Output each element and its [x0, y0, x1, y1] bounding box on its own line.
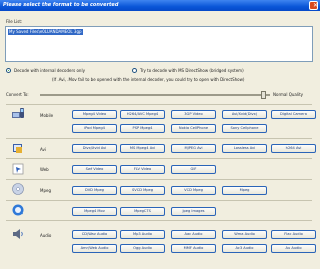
format-button-sony-cellphone[interactable]: Sony Cellphone	[222, 124, 267, 133]
format-button-ms-mpeg4-avi[interactable]: MS Mpeg4 Avi	[120, 144, 165, 153]
quality-slider[interactable]	[40, 94, 270, 96]
format-button-mpeg4-video[interactable]: Mpeg4 Video	[72, 110, 117, 119]
format-button-mpeg[interactable]: Mpeg	[222, 186, 267, 195]
window-title-bar: Please select the format to be converted…	[0, 0, 320, 11]
format-button-mp3-audio[interactable]: Mp3 Audio	[120, 230, 165, 239]
audio-icon	[13, 229, 23, 239]
file-list-item[interactable]: My Saved Files\e0LUANDAMEOL 3gp	[8, 29, 83, 35]
decode-directshow-label: Try to decode with MS DirectShow (bridge…	[140, 68, 244, 73]
divider	[6, 138, 312, 139]
file-list-label: File List:	[6, 19, 23, 24]
format-button-dvd-mpeg[interactable]: DVD Mpeg	[72, 186, 117, 195]
mpeg-icon	[12, 183, 24, 195]
divider	[6, 104, 312, 105]
format-button-flv-video[interactable]: FLV Video	[120, 165, 165, 174]
format-button-swf-video[interactable]: Swf Video	[72, 165, 117, 174]
format-button-vcd-mpeg[interactable]: VCD Mpeg	[171, 186, 216, 195]
format-button-wma-audio[interactable]: Wma Audio	[222, 230, 267, 239]
format-button-ac3-audio[interactable]: Ac3 Audio	[222, 244, 267, 253]
close-button[interactable]: ✕	[309, 1, 318, 10]
format-button-ogg-audio[interactable]: Ogg Audio	[120, 244, 165, 253]
decode-internal-label: Decode with internal decoders only	[14, 68, 85, 73]
format-button-aac-audio[interactable]: Aac Audio	[171, 230, 216, 239]
file-list[interactable]: My Saved Files\e0LUANDAMEOL 3gp	[5, 26, 313, 62]
convert-to-label: Convert To:	[6, 92, 29, 97]
format-button-amr-web-audio[interactable]: Amr/Web Audio	[72, 244, 117, 253]
format-button-flac-audio[interactable]: Flac Audio	[271, 230, 316, 239]
divider	[6, 158, 312, 159]
format-button-3gp-video[interactable]: 3GP Video	[171, 110, 216, 119]
format-button-avi-xvid[interactable]: Avi/Xvid(Divx)	[222, 110, 267, 119]
format-button-au-audio[interactable]: Au Audio	[271, 244, 316, 253]
decode-note: (If .Avi, .Mov fail to be opened with th…	[52, 77, 245, 82]
decode-internal-radio[interactable]	[6, 68, 11, 73]
category-label-mpeg: Mpeg	[40, 188, 51, 193]
category-label-mobile: Mobile	[40, 113, 54, 118]
quality-slider-thumb[interactable]	[260, 91, 266, 99]
format-button-mjpeg-avi[interactable]: MJPEG Avi	[171, 144, 216, 153]
format-button-gif[interactable]: GIF	[171, 165, 216, 174]
format-button-mpeg4-mov[interactable]: Mpeg4 Mov	[72, 207, 117, 216]
category-label-audio: Audio	[40, 233, 52, 238]
divider	[6, 179, 312, 180]
format-button-lossless-avi[interactable]: Lossless Avi	[222, 144, 267, 153]
window-title: Please select the format to be converted	[3, 2, 119, 8]
divider	[6, 220, 312, 221]
format-button-psp-mpeg4[interactable]: PSP Mpeg4	[120, 124, 165, 133]
format-button-jpeg-images[interactable]: Jpeg Images	[171, 207, 216, 216]
format-button-nokia-cellphone[interactable]: Nokia CellPhone	[171, 124, 216, 133]
divider	[6, 200, 312, 201]
quality-label: Normal Quality	[273, 92, 304, 97]
format-button-ipod-mpeg4[interactable]: iPod Mpeg4	[72, 124, 117, 133]
format-button-mmf-audio[interactable]: MMF Audio	[171, 244, 216, 253]
format-button-cd-wav-audio[interactable]: CD/Wav Audio	[72, 230, 117, 239]
decode-directshow-radio[interactable]	[132, 68, 137, 73]
category-label-web: Web	[40, 167, 49, 172]
avi-icon	[13, 144, 22, 153]
category-label-avi: Avi	[40, 147, 46, 152]
format-button-digital-camera[interactable]: Digital Camera	[271, 110, 316, 119]
mobile-icon	[12, 108, 24, 118]
format-button-h264-mpeg4[interactable]: H264/AVC Mpeg4	[120, 110, 165, 119]
format-button-h264-avi[interactable]: h264 Avi	[271, 144, 316, 153]
quicktime-icon	[12, 204, 24, 216]
format-button-divx-xvid-avi[interactable]: Divx/Xvid Avi	[72, 144, 117, 153]
web-icon	[12, 163, 24, 175]
format-button-mpeg2-ts[interactable]: MpegCTS	[120, 207, 165, 216]
format-button-svcd-mpeg[interactable]: SVCD Mpeg	[120, 186, 165, 195]
